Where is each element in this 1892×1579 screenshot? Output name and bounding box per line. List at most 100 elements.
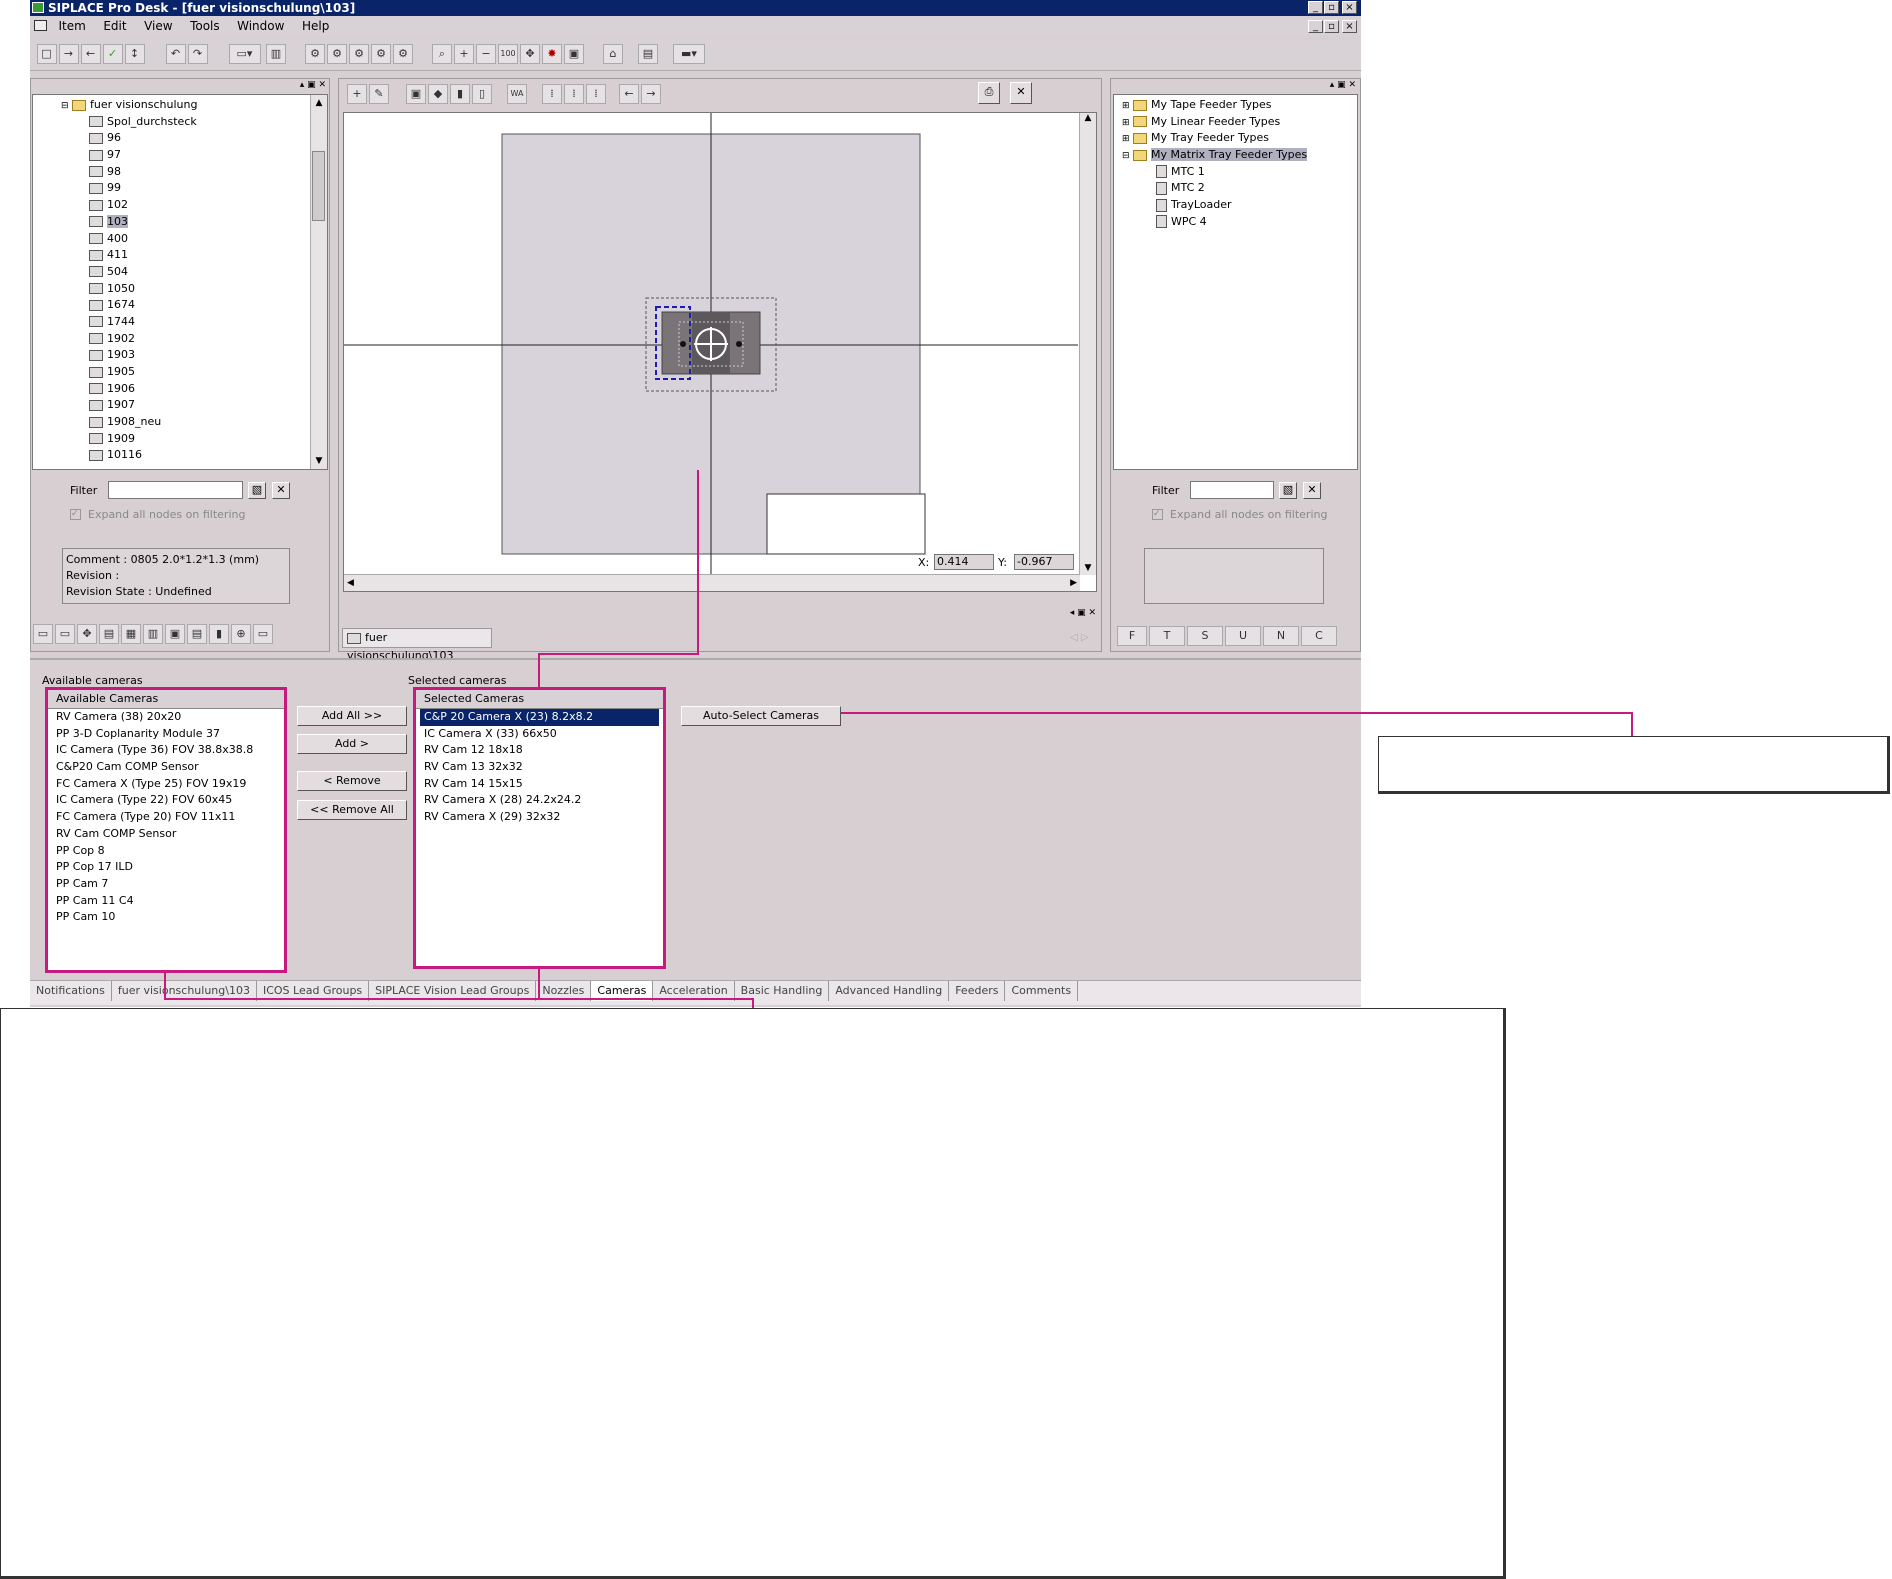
center-icon[interactable]: ✸ [542, 44, 562, 64]
camera-item[interactable]: IC Camera X (33) 66x50 [416, 726, 663, 743]
import-icon[interactable]: → [58, 44, 79, 64]
check-icon[interactable]: ✓ [102, 44, 123, 64]
feeder-tab-t[interactable]: T [1149, 626, 1185, 646]
camera-item[interactable]: RV Cam COMP Sensor [48, 826, 284, 843]
close-view-icon[interactable]: ✕ [1010, 82, 1032, 104]
available-cameras-header[interactable]: Available Cameras [48, 690, 284, 709]
print-icon[interactable]: ▭ [253, 624, 273, 644]
placement-icon[interactable]: ✥ [77, 624, 97, 644]
tree-item[interactable]: 102 [89, 197, 327, 214]
tree-item[interactable]: 411 [89, 247, 327, 264]
grid-view-icon[interactable]: ▥ [266, 44, 286, 64]
tree-item[interactable]: 96 [89, 130, 327, 147]
camera-item[interactable]: RV Cam 14 15x15 [416, 776, 663, 793]
scroll-down-icon[interactable]: ▼ [311, 453, 327, 469]
grid-medium-icon[interactable]: ⁞ [564, 84, 584, 104]
zoom-in-icon[interactable]: + [454, 44, 474, 64]
machine-icon[interactable]: ⚙ [305, 44, 325, 64]
body-icon[interactable]: ▣ [406, 84, 426, 104]
camera-item[interactable]: RV Camera (38) 20x20 [48, 709, 284, 726]
tree-item[interactable]: 10116 [89, 447, 327, 464]
tree-item[interactable]: 1907 [89, 397, 327, 414]
auto-select-cameras-button[interactable]: Auto-Select Cameras [681, 706, 841, 726]
undo-icon[interactable]: ↶ [165, 44, 186, 64]
feeder-tab-s[interactable]: S [1187, 626, 1223, 646]
tree-item[interactable]: 1050 [89, 281, 327, 298]
arrow-left-icon[interactable]: ← [619, 84, 639, 104]
remove-button[interactable]: < Remove [297, 771, 407, 791]
filter-apply-icon[interactable]: ▧ [248, 482, 266, 499]
zoom-out-icon[interactable]: − [476, 44, 496, 64]
fit-icon[interactable]: ▣ [564, 44, 584, 64]
export-icon[interactable]: ← [80, 44, 101, 64]
scroll-up-icon[interactable]: ▲ [1080, 113, 1096, 123]
machine-remove-icon[interactable]: ⚙ [371, 44, 391, 64]
tab-feeders[interactable]: Feeders [949, 981, 1006, 1001]
camera-item[interactable]: FC Camera X (Type 25) FOV 19x19 [48, 776, 284, 793]
feeder-tab-f[interactable]: F [1117, 626, 1147, 646]
menu-edit[interactable]: Edit [96, 16, 133, 36]
scroll-right-icon[interactable]: ▶ [1070, 575, 1077, 591]
menu-tools[interactable]: Tools [183, 16, 227, 36]
right-filter-apply-icon[interactable]: ▧ [1279, 482, 1297, 499]
cylinder-icon[interactable]: ▮ [450, 84, 470, 104]
print-view-icon[interactable]: ⎙ [978, 82, 1000, 104]
station-icon[interactable]: ▥ [143, 624, 163, 644]
refresh-icon[interactable]: ↕ [124, 44, 145, 64]
lead-icon[interactable]: ◆ [428, 84, 448, 104]
scroll-down-icon[interactable]: ▼ [1080, 563, 1096, 573]
machine-add-icon[interactable]: ⚙ [327, 44, 347, 64]
feeder-icon[interactable]: ▤ [99, 624, 119, 644]
scroll-left-icon[interactable]: ◀ [347, 575, 354, 591]
arrow-right-icon[interactable]: → [641, 84, 661, 104]
grid-large-icon[interactable]: ⁞ [586, 84, 606, 104]
camera-item[interactable]: C&P20 Cam COMP Sensor [48, 759, 284, 776]
menu-view[interactable]: View [137, 16, 179, 36]
redo-icon[interactable]: ↷ [187, 44, 208, 64]
mdi-restore-button[interactable]: ▫ [1324, 20, 1339, 33]
tree-root[interactable]: ⊟ fuer visionschulung [61, 97, 327, 114]
tree-item[interactable]: MTC 2 [1156, 180, 1357, 197]
line-view-icon[interactable]: ▭ [55, 624, 75, 644]
selected-cameras-list[interactable]: Selected Cameras C&P 20 Camera X (23) 8.… [413, 687, 666, 969]
camera-item[interactable]: PP Cam 11 C4 [48, 893, 284, 910]
zoom-100-icon[interactable]: 100 [498, 44, 518, 64]
tool-icon[interactable]: ▮ [209, 624, 229, 644]
camera-item[interactable]: PP Cop 17 ILD [48, 859, 284, 876]
camera-item[interactable]: RV Camera X (28) 24.2x24.2 [416, 792, 663, 809]
camera-item[interactable]: RV Cam 13 32x32 [416, 759, 663, 776]
available-cameras-list[interactable]: Available Cameras RV Camera (38) 20x20 P… [45, 687, 287, 973]
zoom-area-icon[interactable]: ⌕ [432, 44, 452, 64]
camera-item[interactable]: PP Cam 7 [48, 876, 284, 893]
pan-icon[interactable]: ✥ [520, 44, 540, 64]
nozzle-icon[interactable]: ⊕ [231, 624, 251, 644]
tree-item[interactable]: Spol_durchsteck [89, 114, 327, 131]
restore-button[interactable]: ▫ [1324, 1, 1339, 14]
tree-item[interactable]: 1902 [89, 331, 327, 348]
expand-checkbox[interactable]: ✓ [70, 509, 81, 520]
camera-item[interactable]: PP 3-D Coplanarity Module 37 [48, 726, 284, 743]
camera-item[interactable]: RV Camera X (29) 32x32 [416, 809, 663, 826]
menu-window[interactable]: Window [230, 16, 291, 36]
mdi-close-button[interactable]: × [1342, 20, 1357, 33]
mdi-minimize-button[interactable]: _ [1308, 20, 1323, 33]
tab-notifications[interactable]: Notifications [30, 981, 112, 1001]
tree-scrollbar[interactable]: ▲ ▼ [310, 95, 327, 469]
ruler-dropdown-icon[interactable]: ▬▾ [673, 44, 705, 64]
remove-all-button[interactable]: << Remove All [297, 800, 407, 820]
machine-view-icon[interactable]: ▭ [33, 624, 53, 644]
tree-item[interactable]: 504 [89, 264, 327, 281]
scroll-up-icon[interactable]: ▲ [311, 95, 327, 111]
camera-item[interactable]: FC Camera (Type 20) FOV 11x11 [48, 809, 284, 826]
drawing-canvas[interactable]: X: 0.414 Y: -0.967 ▲ ▼ ◀ ▶ [343, 112, 1097, 592]
grid-small-icon[interactable]: ⁞ [542, 84, 562, 104]
new-icon[interactable]: □ [36, 44, 57, 64]
scroll-thumb[interactable] [312, 151, 325, 221]
pcb-icon[interactable]: ▦ [121, 624, 141, 644]
selected-cameras-header[interactable]: Selected Cameras [416, 690, 663, 709]
tree-folder[interactable]: ⊞ My Linear Feeder Types [1122, 114, 1357, 131]
pin-icon[interactable]: ✎ [369, 84, 389, 104]
lock-icon[interactable]: ⌂ [603, 44, 623, 64]
feeder-tab-u[interactable]: U [1225, 626, 1261, 646]
tree-item-selected[interactable]: 103 [89, 214, 327, 231]
